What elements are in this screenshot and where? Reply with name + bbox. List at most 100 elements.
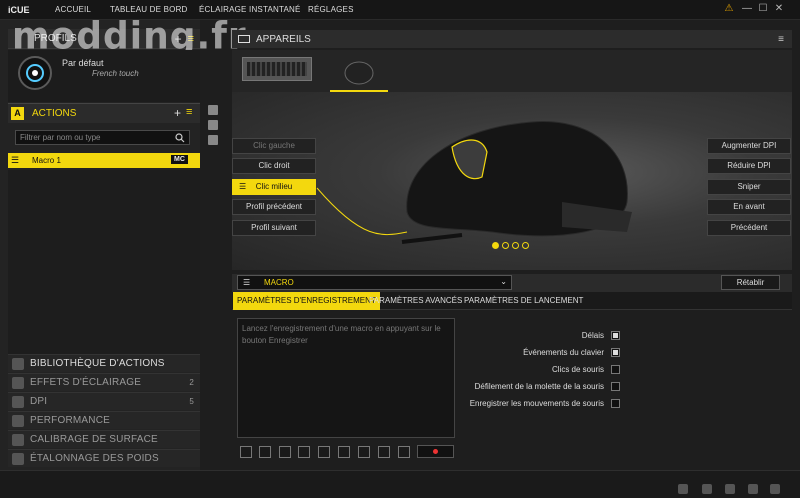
option-delays-checkbox[interactable]	[611, 331, 620, 340]
tab-advanced-settings[interactable]: PARAMÈTRES AVANCÉS	[365, 292, 466, 310]
lighting-effects-label: EFFETS D'ÉCLAIRAGE	[30, 377, 142, 388]
lighting-effects-count: 2	[189, 378, 194, 387]
nav-eclairage-instantane[interactable]: ÉCLAIRAGE INSTANTANÉ	[199, 5, 301, 14]
close-icon[interactable]: ✕	[772, 3, 786, 14]
option-wheel-checkbox[interactable]	[611, 382, 620, 391]
weight-icon	[12, 452, 24, 465]
button-sniper[interactable]: Sniper	[707, 179, 791, 195]
option-delays-label: Délais	[581, 331, 604, 340]
action-type-value: MACRO	[264, 278, 294, 287]
action-list	[8, 170, 200, 355]
trash-icon[interactable]	[208, 135, 218, 145]
button-augmenter-dpi[interactable]: Augmenter DPI	[707, 138, 791, 154]
reset-button[interactable]: Rétablir	[721, 275, 780, 290]
tab-recording-settings[interactable]: PARAMÈTRES D'ENREGISTREMENT	[233, 292, 380, 310]
nav-tableau-de-bord[interactable]: TABLEAU DE BORD	[110, 5, 188, 14]
action-library-label: BIBLIOTHÈQUE D'ACTIONS	[30, 358, 165, 369]
duplicate-icon[interactable]	[298, 446, 310, 458]
surface-calibration-label: CALIBRAGE DE SURFACE	[30, 434, 158, 445]
actions-title: ACTIONS	[32, 108, 77, 119]
folder-icon	[12, 357, 24, 370]
button-clic-gauche[interactable]: Clic gauche	[232, 138, 316, 154]
performance[interactable]: PERFORMANCE	[8, 411, 200, 429]
edit-icon[interactable]	[259, 446, 271, 458]
option-movement-checkbox[interactable]	[611, 399, 620, 408]
performance-icon	[12, 414, 24, 427]
profile-name: Par défaut	[62, 58, 104, 68]
close-icon[interactable]	[378, 446, 390, 458]
app-logo: iCUE	[8, 5, 30, 15]
cursor-icon	[12, 395, 24, 408]
corsair-icon[interactable]	[678, 484, 688, 494]
insert-icon[interactable]	[338, 446, 350, 458]
dpi-label: DPI	[30, 396, 48, 407]
nav-reglages[interactable]: RÉGLAGES	[308, 5, 354, 14]
search-placeholder: Filtrer par nom ou type	[20, 133, 101, 142]
devices-menu-icon[interactable]: ≡	[778, 34, 784, 45]
mouse-device[interactable]	[330, 54, 388, 92]
action-type-badge: MC	[171, 155, 188, 164]
action-library[interactable]: BIBLIOTHÈQUE D'ACTIONS	[8, 354, 200, 372]
chevron-down-icon: ⌄	[500, 277, 507, 286]
action-type-select[interactable]: ☰ MACRO ⌄	[237, 275, 512, 290]
nav-accueil[interactable]: ACCUEIL	[55, 5, 91, 14]
devices-strip	[232, 50, 792, 92]
profile-avatar-icon	[18, 56, 52, 90]
lighting-effects[interactable]: EFFETS D'ÉCLAIRAGE 2	[8, 373, 200, 391]
pager-dot[interactable]	[492, 242, 499, 249]
button-en-avant[interactable]: En avant	[707, 199, 791, 215]
add-action-button[interactable]: +	[174, 106, 181, 120]
option-wheel-label: Défilement de la molette de la souris	[474, 382, 604, 391]
action-list-item[interactable]: ☰ Macro 1 MC	[8, 153, 200, 168]
dpi[interactable]: DPI 5	[8, 392, 200, 410]
trash-icon[interactable]	[398, 446, 410, 458]
profile-subtitle: French touch	[92, 69, 139, 78]
surface-calibration[interactable]: CALIBRAGE DE SURFACE	[8, 430, 200, 448]
actions-badge: A	[11, 107, 24, 120]
actions-menu-icon[interactable]: ≡	[186, 106, 192, 118]
actions-header: A ACTIONS + ≡	[8, 103, 200, 123]
record-button[interactable]	[417, 445, 454, 458]
refresh-icon[interactable]	[358, 446, 370, 458]
button-precedent[interactable]: Précédent	[707, 220, 791, 236]
download-icon[interactable]	[748, 484, 758, 494]
weight-tuning-label: ÉTALONNAGE DES POIDS	[30, 453, 159, 464]
option-movement-label: Enregistrer les mouvements de souris	[469, 399, 604, 408]
add-step-icon[interactable]	[240, 446, 252, 458]
twitter-icon[interactable]	[702, 484, 712, 494]
view-pager[interactable]	[492, 242, 532, 250]
performance-label: PERFORMANCE	[30, 415, 110, 426]
chat-icon[interactable]	[725, 484, 735, 494]
side-rail	[205, 100, 221, 160]
maximize-icon[interactable]: ☐	[756, 3, 770, 14]
keyboard-device[interactable]	[242, 57, 312, 81]
action-label: Macro 1	[32, 156, 61, 165]
button-reduire-dpi[interactable]: Réduire DPI	[707, 158, 791, 174]
option-mouse-clicks-checkbox[interactable]	[611, 365, 620, 374]
pager-dot[interactable]	[502, 242, 509, 249]
list-icon: ☰	[243, 278, 251, 287]
copy-icon[interactable]	[279, 446, 291, 458]
alert-icon[interactable]: ⚠	[722, 3, 736, 14]
pager-dot[interactable]	[512, 242, 519, 249]
button-profil-precedent[interactable]: Profil précédent	[232, 199, 316, 215]
devices-title: APPAREILS	[256, 33, 311, 45]
keyboard-icon	[238, 35, 250, 43]
paste-icon[interactable]	[208, 120, 218, 130]
option-keyboard-label: Événements du clavier	[523, 348, 604, 357]
minimize-icon[interactable]: —	[740, 3, 754, 14]
button-clic-milieu[interactable]: ☰ Clic milieu	[232, 179, 316, 195]
button-clic-milieu-label: Clic milieu	[255, 182, 293, 191]
copy-icon[interactable]	[208, 105, 218, 115]
pager-dot[interactable]	[522, 242, 529, 249]
option-keyboard-checkbox[interactable]	[611, 348, 620, 357]
surface-icon	[12, 433, 24, 446]
devices-header: APPAREILS ≡	[232, 30, 792, 48]
weight-tuning[interactable]: ÉTALONNAGE DES POIDS	[8, 449, 200, 467]
action-search-input[interactable]: Filtrer par nom ou type	[15, 130, 190, 145]
undo-icon[interactable]	[318, 446, 330, 458]
button-clic-droit[interactable]: Clic droit	[232, 158, 316, 174]
button-profil-suivant[interactable]: Profil suivant	[232, 220, 316, 236]
alert-icon[interactable]	[770, 484, 780, 494]
tab-launch-settings[interactable]: PARAMÈTRES DE LANCEMENT	[460, 292, 587, 310]
